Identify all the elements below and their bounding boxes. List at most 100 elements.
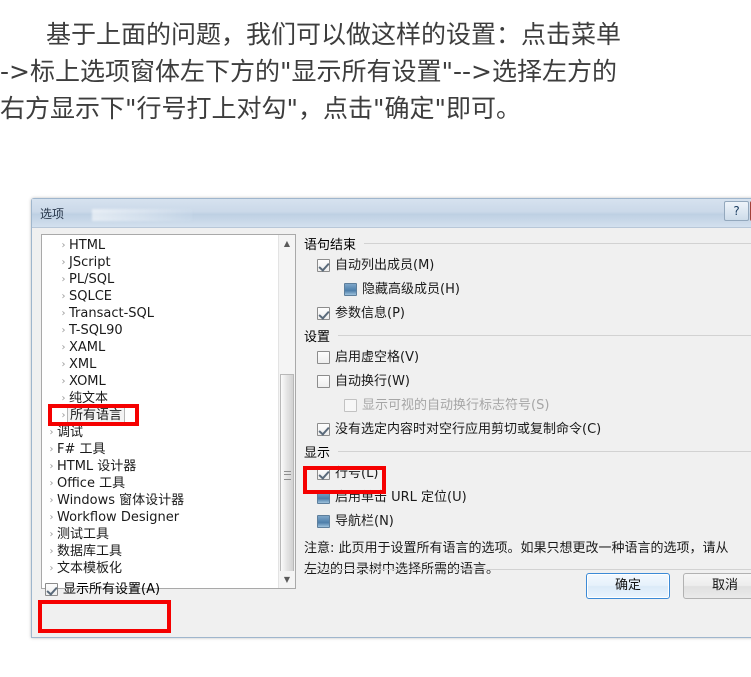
tree-item[interactable]: › Workflow Designer xyxy=(42,509,278,526)
option-row[interactable]: 启用单击 URL 定位(U) xyxy=(304,486,751,510)
tree-item[interactable]: › 测试工具 xyxy=(42,526,278,543)
option-group-header: 语句结束 xyxy=(304,234,751,253)
option-row[interactable]: 没有选定内容时对空行应用剪切或复制命令(C) xyxy=(304,418,751,442)
tree-item-label: SQLCE xyxy=(69,289,113,304)
options-category-tree[interactable]: › HTML › JScript › PL/SQL › SQLCE › Transact-SQL ›… xyxy=(41,234,296,589)
tree-item-label: T-SQL90 xyxy=(69,323,123,338)
tree-item[interactable]: › 纯文本 xyxy=(42,390,278,407)
option-checkbox[interactable] xyxy=(317,467,330,480)
chevron-right-icon[interactable]: › xyxy=(58,288,69,305)
option-label: 没有选定内容时对空行应用剪切或复制命令(C) xyxy=(335,422,602,437)
tree-item[interactable]: › JScript xyxy=(42,254,278,271)
option-label: 自动列出成员(M) xyxy=(335,258,435,273)
tree-item-label: F# 工具 xyxy=(57,442,106,457)
chevron-right-icon[interactable]: › xyxy=(46,458,57,475)
chevron-right-icon[interactable]: › xyxy=(46,509,57,526)
option-groups: 语句结束 自动列出成员(M) 隐藏高级成员(H) 参数信息(P) 设置 启用虚空格(V) 自… xyxy=(304,234,751,534)
tree-item[interactable]: › Office 工具 xyxy=(42,475,278,492)
option-row[interactable]: 导航栏(N) xyxy=(304,510,751,534)
tree-item[interactable]: › F# 工具 xyxy=(42,441,278,458)
tree-item-label: 文本模板化 xyxy=(57,561,123,576)
chevron-right-icon[interactable]: › xyxy=(46,560,57,577)
tree-item[interactable]: › XML xyxy=(42,356,278,373)
tree-item[interactable]: › 所有语言 xyxy=(42,407,278,424)
option-checkbox[interactable] xyxy=(317,515,330,528)
chevron-right-icon[interactable]: › xyxy=(58,254,69,271)
tree-item[interactable]: › PL/SQL xyxy=(42,271,278,288)
option-checkbox[interactable] xyxy=(317,307,330,320)
chevron-right-icon[interactable]: › xyxy=(58,373,69,390)
help-button[interactable]: ? xyxy=(724,201,749,221)
chevron-right-icon[interactable]: › xyxy=(58,390,69,407)
tree-list: › HTML › JScript › PL/SQL › SQLCE › Transact-SQL ›… xyxy=(42,237,278,577)
chevron-right-icon[interactable]: › xyxy=(46,424,57,441)
option-row[interactable]: 自动列出成员(M) xyxy=(304,254,751,278)
chevron-right-icon[interactable]: › xyxy=(46,441,57,458)
tree-item-label: Windows 窗体设计器 xyxy=(57,493,185,508)
tree-item-label: HTML xyxy=(69,238,106,253)
option-checkbox[interactable] xyxy=(317,423,330,436)
tree-item-label: 纯文本 xyxy=(69,391,109,406)
option-group-title: 显示 xyxy=(304,442,339,461)
chevron-right-icon[interactable]: › xyxy=(46,526,57,543)
option-checkbox[interactable] xyxy=(317,351,330,364)
option-group-title: 语句结束 xyxy=(304,234,365,253)
option-checkbox xyxy=(344,399,357,412)
article-line-1: 基于上面的问题，我们可以做这样的设置：点击菜单 xyxy=(46,20,622,49)
scroll-up-arrow-icon[interactable]: ▲ xyxy=(279,235,295,252)
options-dialog: 选项 ? ✕ ›HTML›JScript›PL/SQL›SQLCE›Transa… xyxy=(31,198,751,638)
group-divider xyxy=(304,451,751,452)
scroll-down-arrow-icon[interactable]: ▼ xyxy=(279,571,295,588)
tree-item[interactable]: › 调试 xyxy=(42,424,278,441)
option-row[interactable]: 启用虚空格(V) xyxy=(304,346,751,370)
option-checkbox[interactable] xyxy=(344,283,357,296)
tree-item[interactable]: › HTML xyxy=(42,237,278,254)
tree-item[interactable]: › 文本模板化 xyxy=(42,560,278,577)
show-all-settings-row[interactable]: 显示所有设置(A) xyxy=(45,578,160,598)
chevron-right-icon[interactable]: › xyxy=(58,322,69,339)
chevron-right-icon[interactable]: › xyxy=(58,237,69,254)
tree-item[interactable]: › Windows 窗体设计器 xyxy=(42,492,278,509)
option-label: 启用单击 URL 定位(U) xyxy=(335,490,467,505)
chevron-right-icon[interactable]: › xyxy=(58,339,69,356)
tree-item[interactable]: › SQLCE xyxy=(42,288,278,305)
cancel-button[interactable]: 取消 xyxy=(683,573,751,599)
tree-item[interactable]: › 数据库工具 xyxy=(42,543,278,560)
option-label: 导航栏(N) xyxy=(335,514,394,529)
chevron-right-icon[interactable]: › xyxy=(58,356,69,373)
article-line-2: ->标上选项窗体左下方的"显示所有设置"-->选择左方的 xyxy=(0,57,617,86)
tree-item-label: XAML xyxy=(69,340,106,355)
tree-item-label: 所有语言 xyxy=(67,407,126,424)
show-all-settings-label: 显示所有设置(A) xyxy=(63,582,161,597)
option-row[interactable]: 显示可视的自动换行标志符号(S) xyxy=(304,394,751,418)
option-row[interactable]: 参数信息(P) xyxy=(304,302,751,326)
ok-button[interactable]: 确定 xyxy=(586,573,670,599)
option-row[interactable]: 隐藏高级成员(H) xyxy=(304,278,751,302)
tree-scrollbar-thumb[interactable] xyxy=(280,374,294,579)
dialog-titlebar[interactable]: 选项 ? ✕ xyxy=(32,199,751,228)
tree-item[interactable]: › HTML 设计器 xyxy=(42,458,278,475)
option-label: 隐藏高级成员(H) xyxy=(362,282,460,297)
tree-item[interactable]: › T-SQL90 xyxy=(42,322,278,339)
tree-item[interactable]: › XAML xyxy=(42,339,278,356)
group-divider xyxy=(304,335,751,336)
tree-item[interactable]: › XOML xyxy=(42,373,278,390)
chevron-right-icon[interactable]: › xyxy=(46,492,57,509)
tree-item-label: XML xyxy=(69,357,97,372)
option-checkbox[interactable] xyxy=(317,259,330,272)
bottom-divider xyxy=(304,569,751,570)
option-checkbox[interactable] xyxy=(317,491,330,504)
tree-item-label: 测试工具 xyxy=(57,527,110,542)
tree-item-label: PL/SQL xyxy=(69,272,115,287)
option-row[interactable]: 行号(L) xyxy=(304,462,751,486)
tree-item[interactable]: › Transact-SQL xyxy=(42,305,278,322)
chevron-right-icon[interactable]: › xyxy=(46,475,57,492)
chevron-right-icon[interactable]: › xyxy=(58,271,69,288)
option-label: 显示可视的自动换行标志符号(S) xyxy=(362,398,550,413)
chevron-right-icon[interactable]: › xyxy=(46,543,57,560)
option-row[interactable]: 自动换行(W) xyxy=(304,370,751,394)
show-all-settings-checkbox[interactable] xyxy=(45,583,58,596)
option-checkbox[interactable] xyxy=(317,375,330,388)
tree-scrollbar[interactable]: ▲ ▼ xyxy=(278,235,295,588)
chevron-right-icon[interactable]: › xyxy=(58,305,69,322)
